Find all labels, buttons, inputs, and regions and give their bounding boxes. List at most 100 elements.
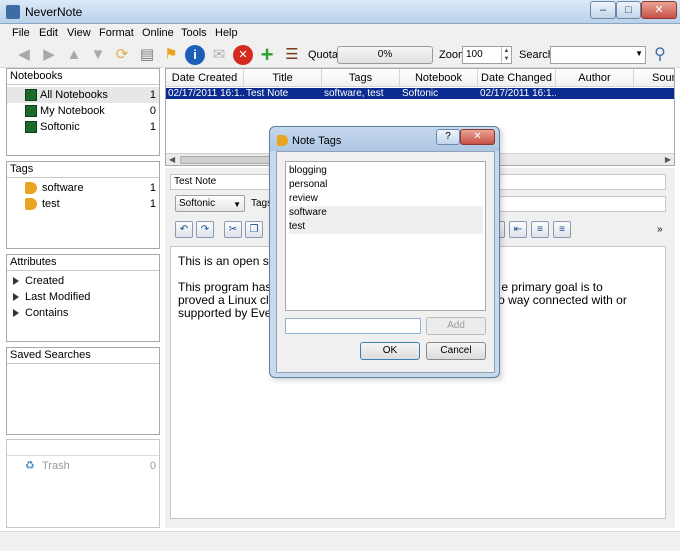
menu-edit[interactable]: Edit [39, 27, 58, 39]
menu-file[interactable]: File [12, 27, 30, 39]
notebook-label: My Notebook [40, 105, 105, 117]
close-button[interactable]: ✕ [641, 1, 677, 19]
search-input[interactable]: ▼ [550, 46, 646, 64]
tag-count: 1 [149, 182, 156, 194]
quota-value: 0% [377, 49, 393, 60]
notebook-item-all[interactable]: All Notebooks 1 [7, 87, 159, 103]
list-item[interactable]: personal [289, 178, 483, 192]
tag-count: 1 [149, 198, 156, 210]
minimize-button[interactable]: – [590, 1, 616, 19]
sync-icon[interactable]: ⟳ [112, 45, 132, 65]
tag-item-software[interactable]: software 1 [7, 180, 159, 196]
notebook-select[interactable]: Softonic ▼ [175, 195, 245, 212]
zoom-spin-arrows-icon[interactable]: ▲ ▼ [501, 47, 511, 63]
attribute-label: Contains [25, 307, 69, 319]
tag-item-test[interactable]: test 1 [7, 196, 159, 212]
up-icon[interactable]: ▲ [64, 45, 84, 65]
status-bar [0, 531, 680, 551]
menu-help[interactable]: Help [215, 27, 238, 39]
window-title: NeverNote [25, 5, 83, 19]
zoom-value: 100 [466, 49, 483, 60]
attributes-header: Attributes [7, 255, 159, 271]
note-tags-dialog: Note Tags ? ✕ blogging personal review s… [269, 126, 500, 378]
cell-date-created: 02/17/2011 16:1... [168, 88, 244, 99]
menu-bar: File Edit View Format Online Tools Help [0, 24, 680, 42]
forward-icon[interactable]: ▶ [39, 45, 59, 65]
trash-item[interactable]: ♻ Trash 0 [7, 458, 159, 474]
scroll-right-icon[interactable]: ▶ [665, 154, 671, 165]
copy-icon[interactable]: ❐ [245, 221, 263, 238]
cancel-button[interactable]: Cancel [426, 342, 486, 360]
tag-icon [25, 198, 37, 210]
menu-tools[interactable]: Tools [181, 27, 207, 39]
expand-triangle-icon[interactable] [13, 309, 19, 317]
menu-view[interactable]: View [67, 27, 91, 39]
menu-format[interactable]: Format [99, 27, 134, 39]
attribute-label: Created [25, 275, 65, 287]
add-button[interactable]: Add [426, 317, 486, 335]
list-item[interactable]: software [289, 206, 483, 220]
scroll-left-icon[interactable]: ◀ [169, 154, 175, 165]
column-source[interactable]: Sour [634, 69, 674, 87]
email-icon[interactable]: ✉ [209, 45, 229, 65]
column-date-changed[interactable]: Date Changed [478, 69, 556, 87]
help-button[interactable]: ? [436, 129, 460, 145]
notebook-label: Softonic [40, 121, 80, 133]
redo-icon[interactable]: ↷ [196, 221, 214, 238]
search-icon[interactable]: ⚲ [650, 45, 670, 65]
add-note-icon[interactable]: + [257, 44, 277, 66]
outdent-icon[interactable]: ⇤ [509, 221, 527, 238]
delete-icon[interactable]: ✕ [233, 45, 253, 65]
down-icon[interactable]: ▼ [88, 45, 108, 65]
saved-searches-header: Saved Searches [7, 348, 159, 364]
tag-icon [25, 182, 37, 194]
dialog-close-button[interactable]: ✕ [460, 129, 495, 145]
list-item[interactable]: test [289, 220, 483, 234]
more-tools-icon[interactable]: » [657, 224, 663, 235]
ok-button[interactable]: OK [360, 342, 420, 360]
dialog-body: blogging personal review software test A… [276, 151, 495, 373]
note-tags-input[interactable] [495, 196, 666, 212]
column-notebook[interactable]: Notebook [400, 69, 478, 87]
expand-triangle-icon[interactable] [13, 277, 19, 285]
cut-icon[interactable]: ✂ [224, 221, 242, 238]
tags-header: Tags [7, 162, 159, 178]
undo-icon[interactable]: ↶ [175, 221, 193, 238]
info-icon[interactable]: i [185, 45, 205, 65]
notebook-item-softonic[interactable]: Softonic 1 [7, 119, 159, 135]
back-icon[interactable]: ◀ [14, 45, 34, 65]
list-item[interactable]: review [289, 192, 483, 206]
trash-count: 0 [149, 460, 156, 472]
column-title[interactable]: Title [244, 69, 322, 87]
toolbar: ◀ ▶ ▲ ▼ ⟳ ▤ ⚑ i ✉ ✕ + ☰ Quota: 0% Zoom 1… [0, 42, 680, 68]
tag-list[interactable]: blogging personal review software test [285, 161, 486, 311]
attribute-label: Last Modified [25, 291, 91, 303]
trash-panel-header [7, 440, 159, 456]
menu-online[interactable]: Online [142, 27, 174, 39]
table-row[interactable]: 02/17/2011 16:1... Test Note software, t… [166, 88, 674, 99]
column-tags[interactable]: Tags [322, 69, 400, 87]
title-bar: NeverNote – □ ✕ [0, 0, 680, 24]
trash-label: Trash [42, 460, 70, 472]
tag-icon[interactable]: ⚑ [161, 45, 181, 65]
notebooks-panel: Notebooks All Notebooks 1 My Notebook 0 … [6, 68, 160, 156]
numbered-list-icon[interactable]: ≡ [553, 221, 571, 238]
column-author[interactable]: Author [556, 69, 634, 87]
attribute-item-created[interactable]: Created [7, 273, 159, 289]
attributes-panel: Attributes Created Last Modified Contain… [6, 254, 160, 342]
cell-tags: software, test [324, 88, 384, 99]
column-date-created[interactable]: Date Created [166, 69, 244, 87]
attribute-item-contains[interactable]: Contains [7, 305, 159, 321]
maximize-button[interactable]: □ [616, 1, 641, 19]
search-dropdown-icon[interactable]: ▼ [635, 49, 643, 58]
notebook-item-my-notebook[interactable]: My Notebook 0 [7, 103, 159, 119]
zoom-spinbox[interactable]: 100 ▲ ▼ [462, 46, 512, 64]
bullet-list-icon[interactable]: ≡ [531, 221, 549, 238]
attribute-item-last-modified[interactable]: Last Modified [7, 289, 159, 305]
print-icon[interactable]: ▤ [137, 45, 157, 65]
notebooks-icon[interactable]: ☰ [282, 45, 302, 65]
new-tag-input[interactable] [285, 318, 421, 334]
list-item[interactable]: blogging [289, 164, 483, 178]
expand-triangle-icon[interactable] [13, 293, 19, 301]
notebook-icon [25, 89, 37, 101]
